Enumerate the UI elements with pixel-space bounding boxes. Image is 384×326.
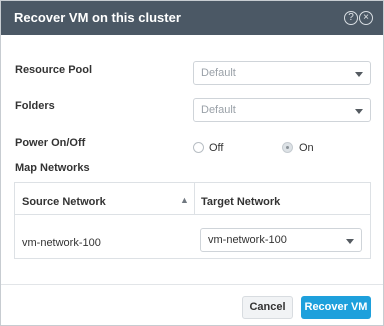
target-network-header: Target Network (201, 196, 281, 208)
target-network-select[interactable]: vm-network-100 (200, 228, 362, 252)
help-icon[interactable]: ? (344, 11, 358, 25)
source-network-header[interactable]: Source Network (22, 195, 106, 209)
dialog-titlebar: Recover VM on this cluster ? × (1, 1, 383, 35)
resource-pool-select[interactable]: Default (193, 61, 371, 85)
recover-vm-dialog: Recover VM on this cluster ? × Resource … (0, 0, 384, 326)
power-label: Power On/Off (15, 137, 86, 149)
chevron-up-icon[interactable]: ▲ (180, 194, 189, 206)
target-network-value: vm-network-100 (208, 234, 287, 246)
resource-pool-label: Resource Pool (15, 64, 93, 76)
folders-value: Default (201, 104, 236, 116)
column-divider (194, 183, 195, 214)
network-mapping-table: Source Network ▲ Target Network vm-netwo… (14, 182, 371, 259)
resource-pool-value: Default (201, 67, 236, 79)
chevron-down-icon (346, 239, 354, 244)
power-off-radio[interactable] (193, 142, 204, 153)
power-on-radio[interactable] (282, 142, 293, 153)
chevron-down-icon (355, 72, 363, 77)
map-networks-label: Map Networks (15, 162, 90, 174)
cancel-button[interactable]: Cancel (242, 296, 293, 319)
power-off-label[interactable]: Off (209, 141, 223, 155)
source-network-cell: vm-network-100 (22, 237, 101, 249)
folders-label: Folders (15, 100, 55, 112)
close-icon[interactable]: × (359, 11, 373, 25)
chevron-down-icon (355, 109, 363, 114)
power-on-label[interactable]: On (299, 141, 314, 155)
dialog-title: Recover VM on this cluster (14, 10, 181, 25)
power-radio-group: Off On (193, 141, 323, 155)
header-divider (15, 214, 370, 215)
footer-divider (1, 284, 383, 285)
folders-select[interactable]: Default (193, 98, 371, 122)
recover-vm-button[interactable]: Recover VM (301, 296, 371, 319)
